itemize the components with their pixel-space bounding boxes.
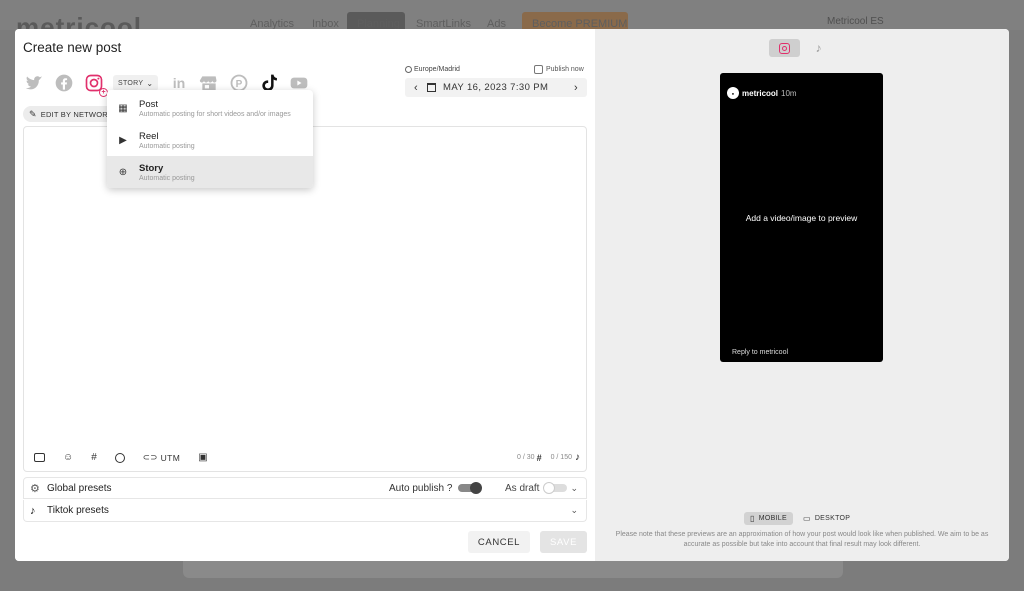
preview-network-tabs: ♪ — [769, 39, 837, 57]
edit-by-network-label: EDIT BY NETWORK — [40, 109, 114, 119]
menu-item-label: Story — [139, 162, 164, 174]
emoji-icon[interactable]: ☺ — [63, 452, 73, 463]
preview-reply: Reply to metricool — [732, 349, 789, 356]
date-picker[interactable]: ‹ MAY 16, 2023 7:30 PM › — [405, 78, 587, 97]
modal-title: Create new post — [23, 40, 122, 55]
menu-item-description: Automatic posting for short videos and/o… — [139, 110, 291, 118]
mobile-view-button[interactable]: ▯ MOBILE — [744, 512, 793, 525]
pencil-icon: ✎ — [29, 108, 37, 119]
preview-disclaimer: Please note that these previews are an a… — [615, 531, 989, 548]
cancel-button[interactable]: CANCEL — [468, 531, 530, 553]
twitter-icon[interactable] — [23, 72, 45, 94]
global-presets-label: Global presets — [47, 482, 112, 494]
preview-time: 10m — [781, 88, 797, 98]
instagram-icon — [779, 42, 790, 54]
calendar-icon — [427, 83, 436, 92]
chevron-down-icon: ⌄ — [146, 78, 154, 88]
avatar: ● — [727, 87, 739, 99]
story-icon: ⊕ — [118, 166, 128, 178]
utm-button[interactable]: ⊂⊃ UTM — [143, 452, 180, 463]
publish-now-checkbox[interactable]: Publish now — [534, 65, 584, 74]
menu-item-description: Automatic posting — [139, 142, 195, 150]
menu-item-reel[interactable]: ▶ Reel Automatic posting — [107, 124, 313, 156]
comment-icon[interactable] — [114, 452, 125, 463]
menu-item-description: Automatic posting — [139, 174, 195, 182]
editor-pane: Create new post + STORY ⌄ in P Europe/Ma… — [15, 29, 595, 561]
as-draft-switch[interactable] — [543, 482, 568, 494]
link-icon: ⊂⊃ — [142, 452, 158, 462]
instagram-type-dropdown[interactable]: STORY ⌄ — [113, 75, 159, 91]
chevron-down-icon[interactable]: ⌄ — [570, 505, 578, 516]
tiktok-icon: ♪ — [30, 504, 36, 517]
utm-label: UTM — [160, 452, 181, 463]
chevron-down-icon[interactable]: ⌄ — [570, 483, 578, 494]
menu-item-story[interactable]: ⊕ Story Automatic posting — [107, 156, 313, 188]
pinterest-glyph: P — [236, 79, 243, 90]
edit-by-network-button[interactable]: ✎ EDIT BY NETWORK — [23, 106, 119, 122]
editor-toolbar: ☺ # ⊂⊃ UTM ▣ — [34, 452, 226, 463]
tiktok-icon: ♪ — [815, 41, 822, 55]
hashtag-count-icon: # — [536, 452, 542, 463]
preview-header: ● metricool 10m — [727, 87, 797, 99]
menu-item-post[interactable]: ▦ Post Automatic posting for short video… — [107, 92, 313, 124]
hashtag-counter: 0 / 30 — [517, 454, 535, 461]
chevron-right-icon[interactable]: › — [565, 82, 587, 94]
timezone-label: Europe/Madrid — [414, 66, 460, 73]
global-presets-row[interactable]: ⚙ Global presets Auto publish ? As draft… — [23, 477, 587, 499]
character-counter: 0 / 150 — [550, 454, 572, 461]
date-value[interactable]: MAY 16, 2023 7:30 PM — [443, 82, 565, 93]
menu-item-label: Reel — [139, 130, 159, 142]
hashtag-icon[interactable]: # — [91, 452, 97, 463]
checkbox-icon[interactable] — [534, 65, 543, 74]
grid-icon: ▦ — [118, 102, 128, 114]
mobile-label: MOBILE — [758, 515, 787, 522]
mobile-icon: ▯ — [750, 514, 755, 523]
auto-publish-toggle[interactable]: Auto publish ? — [389, 482, 483, 494]
instagram-type-menu: ▦ Post Automatic posting for short video… — [107, 90, 313, 188]
tiktok-presets-row[interactable]: ♪ Tiktok presets ⌄ — [23, 500, 587, 522]
as-draft-label: As draft — [505, 482, 540, 494]
preview-device-toggle: ▯ MOBILE ▭ DESKTOP — [744, 512, 860, 525]
tiktok-counter-icon: ♪ — [575, 452, 580, 463]
media-gallery-icon[interactable] — [34, 453, 45, 462]
character-counters: 0 / 30 # 0 / 150 ♪ — [517, 452, 580, 463]
preview-pane: ♪ ● metricool 10m Add a video/image to p… — [595, 29, 1009, 561]
media-library-icon[interactable]: ▣ — [198, 452, 207, 463]
desktop-icon: ▭ — [802, 514, 811, 523]
facebook-icon[interactable] — [53, 72, 75, 94]
instagram-type-label: STORY — [118, 79, 144, 87]
auto-publish-switch[interactable] — [458, 482, 483, 494]
desktop-view-button[interactable]: ▭ DESKTOP — [797, 512, 856, 525]
tab-instagram[interactable] — [769, 39, 800, 57]
publish-now-label: Publish now — [546, 66, 584, 73]
menu-item-label: Post — [139, 98, 159, 110]
preview-placeholder: Add a video/image to preview — [745, 213, 858, 223]
desktop-label: DESKTOP — [814, 515, 851, 522]
reel-icon: ▶ — [119, 134, 127, 146]
save-button[interactable]: SAVE — [540, 531, 587, 553]
timezone-selector[interactable]: Europe/Madrid — [405, 66, 460, 73]
globe-icon — [405, 66, 412, 73]
chevron-left-icon[interactable]: ‹ — [405, 82, 427, 94]
background-account: Metricool ES — [827, 16, 884, 27]
tab-tiktok[interactable]: ♪ — [803, 39, 834, 57]
preview-account: metricool — [742, 88, 779, 98]
gear-icon: ⚙ — [30, 482, 40, 495]
auto-publish-label: Auto publish ? — [389, 482, 453, 494]
story-preview: ● metricool 10m Add a video/image to pre… — [720, 73, 883, 362]
create-post-modal: Create new post + STORY ⌄ in P Europe/Ma… — [15, 29, 1009, 561]
as-draft-toggle[interactable]: As draft — [505, 482, 568, 494]
instagram-icon[interactable]: + — [83, 72, 108, 97]
tiktok-presets-label: Tiktok presets — [47, 505, 109, 516]
